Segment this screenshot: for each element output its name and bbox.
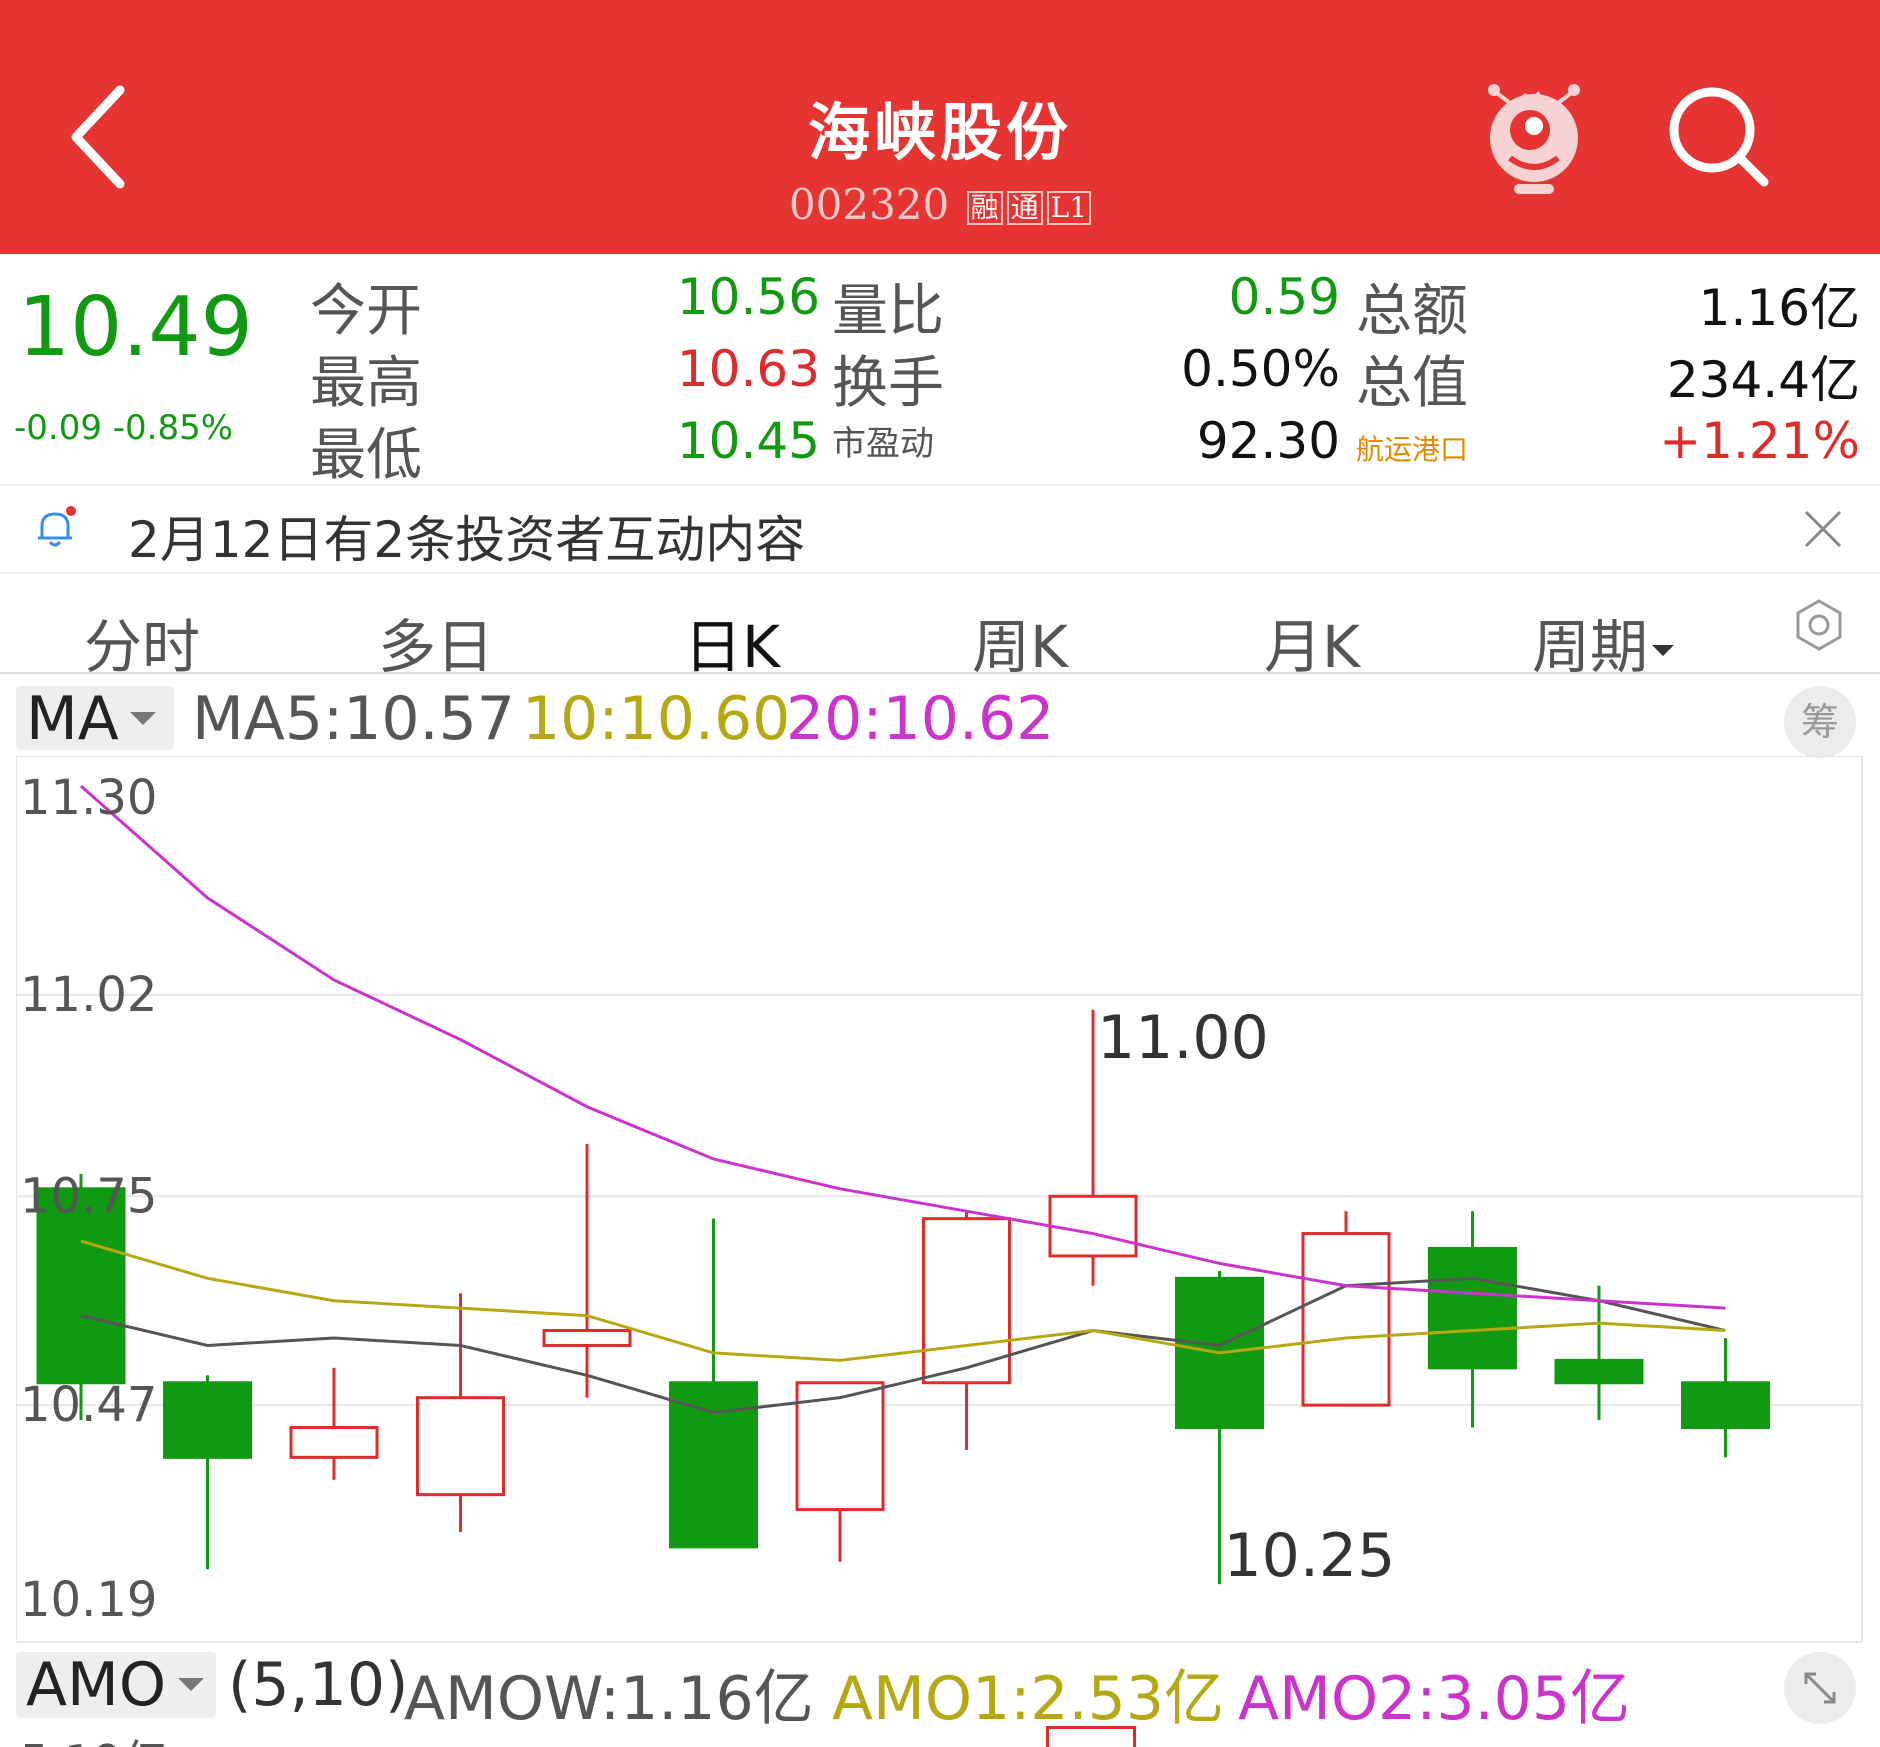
sector-link[interactable]: 航运港口	[1356, 428, 1468, 468]
price-change: -0.09 -0.85%	[14, 408, 234, 448]
label-market-cap: 总值	[1356, 351, 1468, 416]
label-pe: 市盈动	[832, 424, 934, 464]
candle-up	[542, 1329, 632, 1347]
chevron-down-icon	[1652, 645, 1675, 657]
amo1-value: AMO1:2.53亿	[832, 1664, 1225, 1734]
label-turnover: 换手	[832, 351, 944, 416]
settings-hexagon-icon[interactable]	[1792, 598, 1846, 652]
candle-down	[1681, 1381, 1770, 1430]
expand-arrows-icon	[1804, 1672, 1836, 1704]
assistant-robot-icon[interactable]	[1484, 80, 1584, 196]
label-amount: 总额	[1356, 279, 1468, 344]
dropdown-caret-icon	[130, 712, 156, 725]
expand-icon[interactable]	[1784, 1652, 1856, 1724]
divider	[0, 672, 1880, 674]
candle-up	[289, 1426, 379, 1459]
amo-volume-bar	[1046, 1726, 1136, 1747]
candle-down	[669, 1381, 758, 1549]
min-price-annotation: 10.25	[1224, 1521, 1396, 1591]
amo-params: (5,10)	[228, 1650, 409, 1720]
indicator-name: MA	[26, 684, 119, 754]
value-sector-change: +1.21%	[1659, 412, 1860, 470]
candle-down	[1428, 1246, 1517, 1370]
kline-chart[interactable]: 11.30 11.02 10.75 10.47 10.19 11.00 10.25	[16, 756, 1864, 1644]
value-high: 10.63	[676, 340, 820, 398]
value-market-cap: 234.4亿	[1666, 351, 1860, 409]
candle-down	[1554, 1358, 1644, 1385]
value-amount: 1.16亿	[1698, 279, 1860, 337]
stock-code: 002320	[788, 180, 950, 229]
y-axis-label: 10.19	[20, 1572, 157, 1628]
y-axis-label: 11.30	[20, 770, 157, 826]
stock-name: 海峡股份	[807, 96, 1072, 169]
notice-text[interactable]: 2月12日有2条投资者互动内容	[128, 500, 805, 572]
ma20-value: 20:10.62	[786, 684, 1055, 754]
search-icon[interactable]	[1666, 84, 1770, 188]
divider	[0, 572, 1880, 574]
stock-code-row: 002320 融通 L1	[0, 180, 1880, 229]
ma-line-ma20	[80, 784, 1726, 1310]
value-pe: 92.30	[1196, 412, 1340, 470]
label-open: 今开	[310, 279, 422, 344]
dropdown-caret-icon	[178, 1678, 204, 1691]
candle-up	[416, 1396, 505, 1497]
amo2-value: AMO2:3.05亿	[1238, 1664, 1631, 1734]
amo-axis-top: 5.19亿	[20, 1726, 168, 1747]
label-volume-ratio: 量比	[832, 279, 944, 344]
current-price: 10.49	[18, 280, 253, 375]
label-high: 最高	[310, 351, 422, 416]
chip-distribution-button[interactable]: 筹	[1784, 686, 1856, 758]
amow-value: AMOW:1.16亿	[404, 1664, 814, 1734]
value-low: 10.45	[676, 412, 820, 470]
tag-margin: 融	[966, 191, 1003, 225]
max-price-annotation: 11.00	[1097, 1003, 1269, 1073]
value-open: 10.56	[676, 268, 820, 326]
tag-connect: 通	[1006, 191, 1043, 225]
tab-period-label: 周期	[1532, 613, 1649, 681]
ma10-value: 10:10.60	[522, 684, 791, 754]
y-axis-label: 11.02	[20, 967, 157, 1023]
close-icon[interactable]	[1800, 506, 1846, 552]
candle-up	[1301, 1232, 1391, 1407]
y-axis-label: 10.75	[20, 1168, 157, 1224]
chart-frame	[16, 756, 1863, 1643]
amo-name: AMO	[26, 1650, 167, 1720]
bell-icon	[38, 506, 76, 547]
value-turnover: 0.50%	[1181, 340, 1340, 398]
candle-up	[1048, 1194, 1138, 1258]
label-low: 最低	[310, 423, 422, 488]
value-volume-ratio: 0.59	[1228, 268, 1340, 326]
tag-level1: L1	[1046, 191, 1092, 225]
y-axis-label: 10.47	[20, 1377, 157, 1433]
ma5-value: MA5:10.57	[192, 684, 515, 754]
candle-down	[163, 1381, 252, 1459]
